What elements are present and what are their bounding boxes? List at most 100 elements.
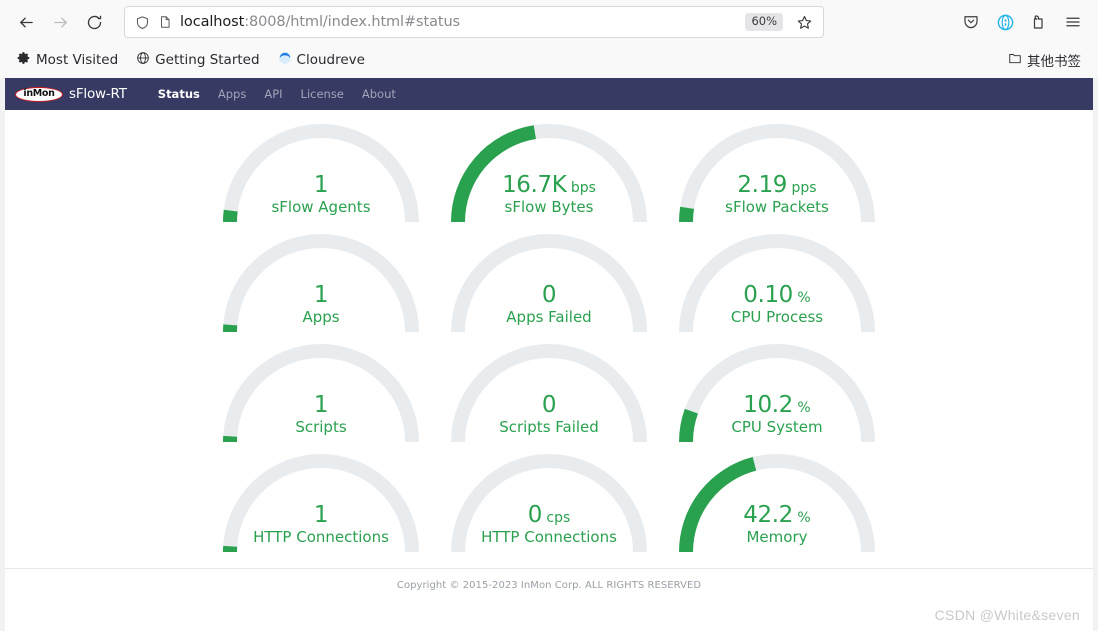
url-host: localhost xyxy=(180,14,245,30)
gauge-card[interactable]: 1 sFlow Agents xyxy=(207,118,435,228)
gauge-labels: 1 Scripts xyxy=(207,393,435,448)
address-bar[interactable]: localhost:8008/html/index.html#status 60… xyxy=(124,6,824,38)
other-bookmarks-folder[interactable]: 其他书签 xyxy=(1001,47,1088,73)
browser-toolbar: localhost:8008/html/index.html#status 60… xyxy=(0,0,1098,44)
gauge-labels: 16.7K bps sFlow Bytes xyxy=(435,173,663,228)
browser-window: localhost:8008/html/index.html#status 60… xyxy=(0,0,1098,631)
url-path: :8008/html/index.html#status xyxy=(244,14,460,30)
gauge-value: 1 xyxy=(313,282,329,309)
gauge-value: 0 xyxy=(541,392,557,419)
gauge-card[interactable]: 2.19 pps sFlow Packets xyxy=(663,118,891,228)
zoom-level-indicator[interactable]: 60% xyxy=(745,13,783,31)
page-footer: Copyright © 2015-2023 InMon Corp. ALL RI… xyxy=(5,568,1093,591)
csdn-watermark: CSDN @White&seven xyxy=(934,607,1080,623)
gauge-value: 1 xyxy=(313,172,329,199)
hamburger-menu-icon[interactable] xyxy=(1058,7,1088,37)
gauge-title: CPU Process xyxy=(730,308,824,327)
gauge-unit: pps xyxy=(787,180,817,197)
gauge-labels: 1 sFlow Agents xyxy=(207,173,435,228)
gauge-title: Apps xyxy=(302,308,340,327)
gauge-title: sFlow Bytes xyxy=(504,198,594,217)
gauge-grid: 1 sFlow Agents 16.7K bps sFlow Bytes 2.19 pp… xyxy=(5,110,1093,558)
nav-item-api[interactable]: API xyxy=(255,81,291,107)
gauge-labels: 10.2 % CPU System xyxy=(663,393,891,448)
gauge-value: 0 cps xyxy=(527,502,571,529)
bookmark-getting-started[interactable]: Getting Started xyxy=(129,48,266,72)
gauge-value: 2.19 pps xyxy=(737,172,817,199)
other-bookmarks-label: 其他书签 xyxy=(1027,54,1081,70)
cloudreve-icon xyxy=(278,51,292,69)
app-nav-items: Status Apps API License About xyxy=(149,81,405,107)
gauge-title: Memory xyxy=(746,528,808,547)
folder-icon xyxy=(1008,51,1022,69)
gauge-card[interactable]: 1 Scripts xyxy=(207,338,435,448)
gauge-title: HTTP Connections xyxy=(253,528,389,547)
shield-icon xyxy=(135,15,150,30)
gauge-title: Scripts xyxy=(295,418,347,437)
bookmark-most-visited[interactable]: Most Visited xyxy=(10,48,125,72)
gauge-card[interactable]: 0.10 % CPU Process xyxy=(663,228,891,338)
reload-button[interactable] xyxy=(78,6,110,38)
gauge-value: 42.2 % xyxy=(743,502,811,529)
gauge-unit: bps xyxy=(566,180,596,197)
gauge-card[interactable]: 42.2 % Memory xyxy=(663,448,891,558)
gauge-unit: cps xyxy=(541,510,571,527)
logo-text: inMon xyxy=(23,88,55,100)
nav-item-license[interactable]: License xyxy=(292,81,353,107)
app-brand[interactable]: inMon sFlow-RT xyxy=(11,86,135,102)
gauge-unit: % xyxy=(792,290,811,307)
gauge-card[interactable]: 0 Scripts Failed xyxy=(435,338,663,448)
gauge-value: 16.7K bps xyxy=(502,172,596,199)
extension-icon[interactable] xyxy=(990,7,1020,37)
gauge-card[interactable]: 1 Apps xyxy=(207,228,435,338)
gauge-value: 1 xyxy=(313,502,329,529)
save-to-icon[interactable] xyxy=(1024,7,1054,37)
page-viewport: inMon sFlow-RT Status Apps API License A… xyxy=(0,78,1098,631)
gauge-title: sFlow Agents xyxy=(271,198,371,217)
bookmarks-bar: Most Visited Getting Started Cloudreve 其… xyxy=(0,44,1098,76)
inmon-logo-icon: inMon xyxy=(15,86,63,102)
gauge-title: sFlow Packets xyxy=(725,198,829,217)
gauge-card[interactable]: 10.2 % CPU System xyxy=(663,338,891,448)
brand-name: sFlow-RT xyxy=(69,86,127,102)
forward-button[interactable] xyxy=(44,6,76,38)
gauge-title: Apps Failed xyxy=(506,308,592,327)
gauge-labels: 2.19 pps sFlow Packets xyxy=(663,173,891,228)
gauge-card[interactable]: 1 HTTP Connections xyxy=(207,448,435,558)
gauge-unit: % xyxy=(792,400,811,417)
gauge-value: 1 xyxy=(313,392,329,419)
bookmark-cloudreve[interactable]: Cloudreve xyxy=(271,48,372,72)
nav-item-apps[interactable]: Apps xyxy=(209,81,255,107)
toolbar-right-icons xyxy=(956,7,1088,37)
gauge-labels: 1 HTTP Connections xyxy=(207,503,435,558)
gauge-labels: 0 Apps Failed xyxy=(435,283,663,338)
gauge-labels: 0 Scripts Failed xyxy=(435,393,663,448)
gauge-card[interactable]: 0 Apps Failed xyxy=(435,228,663,338)
gauge-card[interactable]: 16.7K bps sFlow Bytes xyxy=(435,118,663,228)
gauge-labels: 0 cps HTTP Connections xyxy=(435,503,663,558)
gauge-value: 0.10 % xyxy=(743,282,811,309)
star-icon[interactable] xyxy=(791,9,817,35)
app-navbar: inMon sFlow-RT Status Apps API License A… xyxy=(5,78,1093,110)
bookmark-label: Cloudreve xyxy=(296,52,365,68)
gauge-value: 0 xyxy=(541,282,557,309)
gauge-labels: 1 Apps xyxy=(207,283,435,338)
gauge-title: HTTP Connections xyxy=(481,528,617,547)
gauge-labels: 0.10 % CPU Process xyxy=(663,283,891,338)
gauge-labels: 42.2 % Memory xyxy=(663,503,891,558)
url-text: localhost:8008/html/index.html#status xyxy=(180,14,737,30)
copyright-text: Copyright © 2015-2023 InMon Corp. ALL RI… xyxy=(396,580,702,591)
gauge-card[interactable]: 0 cps HTTP Connections xyxy=(435,448,663,558)
gauge-unit: % xyxy=(792,510,811,527)
status-content: 1 sFlow Agents 16.7K bps sFlow Bytes 2.19 pp… xyxy=(5,110,1093,591)
nav-item-about[interactable]: About xyxy=(353,81,405,107)
gauge-value: 10.2 % xyxy=(743,392,811,419)
gauge-title: Scripts Failed xyxy=(499,418,599,437)
back-button[interactable] xyxy=(10,6,42,38)
gauge-title: CPU System xyxy=(731,418,823,437)
pocket-icon[interactable] xyxy=(956,7,986,37)
nav-item-status[interactable]: Status xyxy=(149,81,209,107)
globe-icon xyxy=(136,51,150,69)
page-icon xyxy=(158,15,172,29)
gear-icon xyxy=(17,51,31,69)
